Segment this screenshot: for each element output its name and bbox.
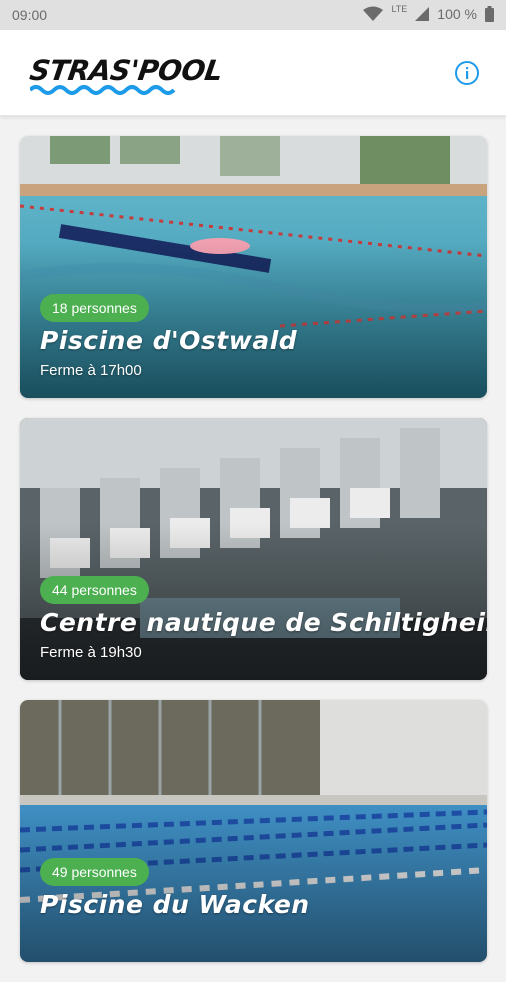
pool-card-wacken[interactable]: 49 personnes Piscine du Wacken xyxy=(20,700,487,962)
wave-icon xyxy=(30,85,176,95)
battery-icon xyxy=(485,6,494,22)
card-gradient xyxy=(20,700,487,962)
pool-card-ostwald[interactable]: 18 personnes Piscine d'Ostwald Ferme à 1… xyxy=(20,136,487,398)
battery-level: 100 % xyxy=(437,6,477,22)
network-type: LTE xyxy=(391,4,408,14)
status-time: 09:00 xyxy=(12,7,48,23)
occupancy-badge: 49 personnes xyxy=(40,858,149,886)
pool-list: 18 personnes Piscine d'Ostwald Ferme à 1… xyxy=(20,136,487,982)
logo-text: STRAS'POOL xyxy=(27,54,225,87)
pool-name: Centre nautique de Schiltigheim xyxy=(40,608,487,637)
info-button[interactable] xyxy=(454,60,480,86)
status-icons: LTE 100 % xyxy=(363,4,494,22)
app-logo: STRAS'POOL xyxy=(28,54,225,100)
pool-name: Piscine d'Ostwald xyxy=(40,326,298,355)
wifi-icon xyxy=(363,6,384,21)
status-bar: 09:00 LTE 100 % xyxy=(0,0,506,30)
signal-icon xyxy=(415,7,430,21)
info-icon xyxy=(455,61,479,85)
pool-card-schiltigheim[interactable]: 44 personnes Centre nautique de Schiltig… xyxy=(20,418,487,680)
pool-hours: Ferme à 19h30 xyxy=(40,644,142,661)
pool-name: Piscine du Wacken xyxy=(40,890,310,919)
occupancy-badge: 18 personnes xyxy=(40,294,149,322)
occupancy-badge: 44 personnes xyxy=(40,576,149,604)
app-bar: STRAS'POOL xyxy=(0,30,506,116)
card-gradient xyxy=(20,418,487,680)
pool-hours: Ferme à 17h00 xyxy=(40,362,142,379)
card-gradient xyxy=(20,136,487,398)
